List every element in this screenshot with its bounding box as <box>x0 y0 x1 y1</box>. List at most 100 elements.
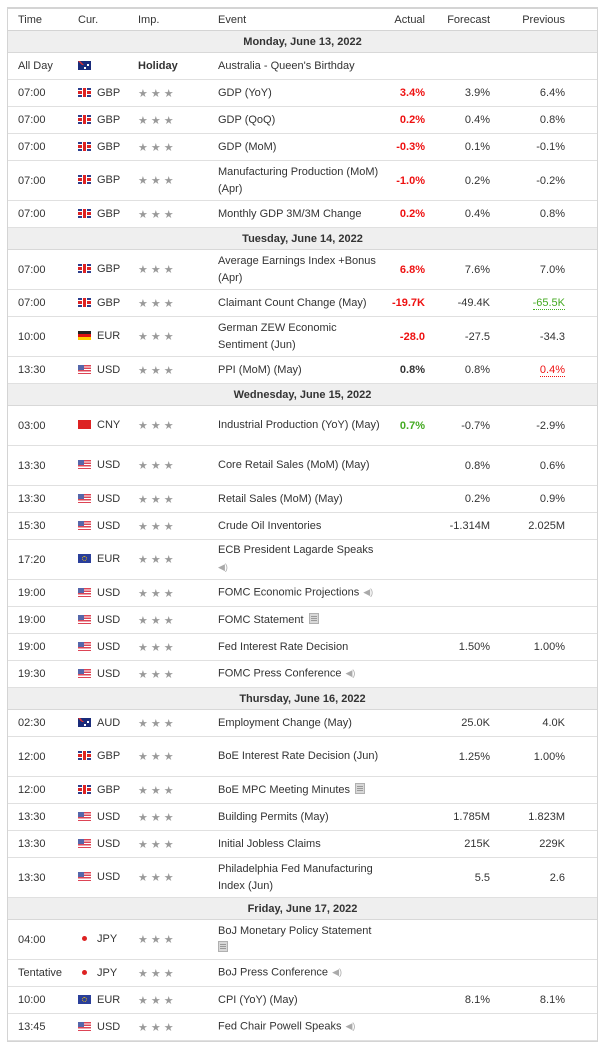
event-name[interactable]: Fed Chair Powell Speaks <box>218 1021 342 1033</box>
event-previous: 0.6% <box>539 459 565 472</box>
event-time: 19:00 <box>8 633 68 661</box>
day-date: Wednesday, June 15, 2022 <box>8 383 597 406</box>
event-name[interactable]: Claimant Count Change (May) <box>218 297 367 309</box>
event-name[interactable]: Initial Jobless Claims <box>218 838 321 850</box>
event-time: 13:30 <box>8 830 68 858</box>
event-currency-cell: EUR <box>68 316 128 357</box>
event-row[interactable]: 07:00 GBP ★★★ GDP (QoQ) 0.2% 0.4% 0.8% <box>8 106 597 134</box>
event-row[interactable]: Tentative JPY ★★★ BoJ Press Conference ◀) <box>8 959 597 987</box>
event-row[interactable]: 02:30 AUD ★★★ Employment Change (May) 25.0K 4… <box>8 709 597 737</box>
event-row[interactable]: 10:00 EUR ★★★ CPI (YoY) (May) 8.1% 8.1% <box>8 986 597 1014</box>
event-currency-cell: USD <box>68 633 128 661</box>
speaker-icon[interactable]: ◀) <box>332 964 342 981</box>
event-name[interactable]: PPI (MoM) (May) <box>218 364 302 376</box>
event-name[interactable]: Philadelphia Fed Manufacturing Index (Ju… <box>218 863 373 892</box>
event-actual: -1.0% <box>396 174 425 187</box>
event-row[interactable]: 13:30 USD ★★★ Building Permits (May) 1.785M 1… <box>8 803 597 831</box>
event-name[interactable]: CPI (YoY) (May) <box>218 994 298 1006</box>
event-row[interactable]: 03:00 CNY ★★★ Industrial Production (YoY) (… <box>8 405 597 446</box>
event-row[interactable]: 13:30 USD ★★★ PPI (MoM) (May) 0.8% 0.8% 0.4% <box>8 356 597 384</box>
event-name[interactable]: Retail Sales (MoM) (May) <box>218 493 343 505</box>
event-row[interactable]: 12:00 GBP ★★★ BoE Interest Rate Decision (J… <box>8 736 597 777</box>
event-name[interactable]: BoJ Monetary Policy Statement <box>218 925 371 937</box>
event-row[interactable]: 13:30 USD ★★★ Initial Jobless Claims 215K 229… <box>8 830 597 858</box>
event-name[interactable]: GDP (YoY) <box>218 87 272 99</box>
event-name[interactable]: BoJ Press Conference <box>218 967 328 979</box>
event-name[interactable]: German ZEW Economic Sentiment (Jun) <box>218 322 337 351</box>
currency-code: USD <box>97 459 121 472</box>
event-row[interactable]: 19:00 USD ★★★ FOMC Statement <box>8 606 597 634</box>
speaker-icon[interactable]: ◀) <box>363 584 373 601</box>
event-name[interactable]: Employment Change (May) <box>218 717 352 729</box>
document-icon[interactable] <box>355 782 366 794</box>
event-row[interactable]: 13:30 USD ★★★ Core Retail Sales (MoM) (May)… <box>8 445 597 486</box>
event-actual-cell <box>380 857 425 898</box>
flag-us-icon <box>78 872 91 882</box>
event-row[interactable]: 13:30 USD ★★★ Retail Sales (MoM) (May) 0.2% 0… <box>8 485 597 513</box>
event-name[interactable]: Crude Oil Inventories <box>218 520 321 532</box>
event-row[interactable]: 07:00 GBP ★★★ Average Earnings Index +Bonus… <box>8 249 597 290</box>
event-previous-cell <box>490 660 565 688</box>
calendar-body: Monday, June 13, 2022 All Day Holiday Austr… <box>8 30 597 1041</box>
speaker-icon[interactable]: ◀) <box>346 1018 356 1035</box>
event-row[interactable]: 15:30 USD ★★★ Crude Oil Inventories -1.314M 2… <box>8 512 597 540</box>
event-previous[interactable]: 0.4% <box>539 364 565 377</box>
event-name[interactable]: Manufacturing Production (MoM) (Apr) <box>218 166 378 195</box>
speaker-icon[interactable]: ◀) <box>218 559 228 576</box>
event-importance: ★★★ <box>128 959 208 987</box>
event-name[interactable]: Building Permits (May) <box>218 811 329 823</box>
event-row[interactable]: 07:00 GBP ★★★ Monthly GDP 3M/3M Change 0.2% 0… <box>8 200 597 228</box>
event-name[interactable]: Fed Interest Rate Decision <box>218 641 348 653</box>
event-actual-cell <box>380 606 425 634</box>
event-row[interactable]: All Day Holiday Australia - Queen's Birthd… <box>8 52 597 80</box>
event-row[interactable]: 12:00 GBP ★★★ BoE MPC Meeting Minutes <box>8 776 597 804</box>
event-name[interactable]: FOMC Economic Projections <box>218 587 359 599</box>
event-name[interactable]: GDP (MoM) <box>218 141 276 153</box>
speaker-icon[interactable]: ◀) <box>345 665 355 682</box>
event-name[interactable]: Industrial Production (YoY) (May) <box>218 419 380 431</box>
event-name[interactable]: Average Earnings Index +Bonus (Apr) <box>218 255 376 284</box>
event-importance: ★★★ <box>128 579 208 607</box>
event-name-cell: BoE Interest Rate Decision (Jun) <box>208 736 380 777</box>
event-row[interactable]: 07:00 GBP ★★★ Manufacturing Production (MoM… <box>8 160 597 201</box>
row-spacer <box>565 736 597 777</box>
event-name[interactable]: BoE Interest Rate Decision (Jun) <box>218 750 378 762</box>
event-row[interactable]: 07:00 GBP ★★★ GDP (MoM) -0.3% 0.1% -0.1% <box>8 133 597 161</box>
event-name[interactable]: Australia - Queen's Birthday <box>218 60 355 72</box>
event-actual-cell: -0.3% <box>380 133 425 161</box>
event-name[interactable]: GDP (QoQ) <box>218 114 275 126</box>
flag-gb-icon <box>78 751 91 761</box>
importance-stars-icon: ★★★ <box>138 668 177 681</box>
event-actual-cell <box>380 485 425 513</box>
event-row[interactable]: 13:30 USD ★★★ Philadelphia Fed Manufacturin… <box>8 857 597 898</box>
event-previous[interactable]: -65.5K <box>532 297 565 310</box>
event-forecast: 1.25% <box>425 736 490 777</box>
event-row[interactable]: 10:00 EUR ★★★ German ZEW Economic Sentiment… <box>8 316 597 357</box>
row-spacer <box>565 289 597 317</box>
flag-us-icon <box>78 811 91 821</box>
event-row[interactable]: 13:45 USD ★★★ Fed Chair Powell Speaks ◀) <box>8 1013 597 1041</box>
event-name[interactable]: FOMC Press Conference <box>218 668 341 680</box>
event-name[interactable]: BoE MPC Meeting Minutes <box>218 784 350 796</box>
event-actual: -19.7K <box>391 297 425 309</box>
event-previous-cell <box>490 606 565 634</box>
event-row[interactable]: 07:00 GBP ★★★ Claimant Count Change (May) -1… <box>8 289 597 317</box>
event-row[interactable]: 19:00 USD ★★★ FOMC Economic Projections ◀) <box>8 579 597 607</box>
currency-code: USD <box>97 587 121 600</box>
event-row[interactable]: 19:30 USD ★★★ FOMC Press Conference ◀) <box>8 660 597 688</box>
event-row[interactable]: 17:20 EUR ★★★ ECB President Lagarde Speaks ◀… <box>8 539 597 580</box>
document-icon[interactable] <box>308 612 319 624</box>
event-name[interactable]: FOMC Statement <box>218 614 304 626</box>
header-row: Time Cur. Imp. Event Actual Forecast Pre… <box>8 9 597 31</box>
event-forecast: 25.0K <box>425 709 490 737</box>
event-name-cell: GDP (MoM) <box>208 133 380 161</box>
event-name[interactable]: ECB President Lagarde Speaks <box>218 544 373 556</box>
event-name[interactable]: Monthly GDP 3M/3M Change <box>218 208 361 220</box>
event-previous-cell <box>490 539 565 580</box>
event-name-cell: Initial Jobless Claims <box>208 830 380 858</box>
event-forecast: -27.5 <box>425 316 490 357</box>
event-row[interactable]: 19:00 USD ★★★ Fed Interest Rate Decision 1.5… <box>8 633 597 661</box>
document-icon[interactable] <box>218 940 228 952</box>
event-name[interactable]: Core Retail Sales (MoM) (May) <box>218 459 370 471</box>
event-row[interactable]: 07:00 GBP ★★★ GDP (YoY) 3.4% 3.9% 6.4% <box>8 79 597 107</box>
